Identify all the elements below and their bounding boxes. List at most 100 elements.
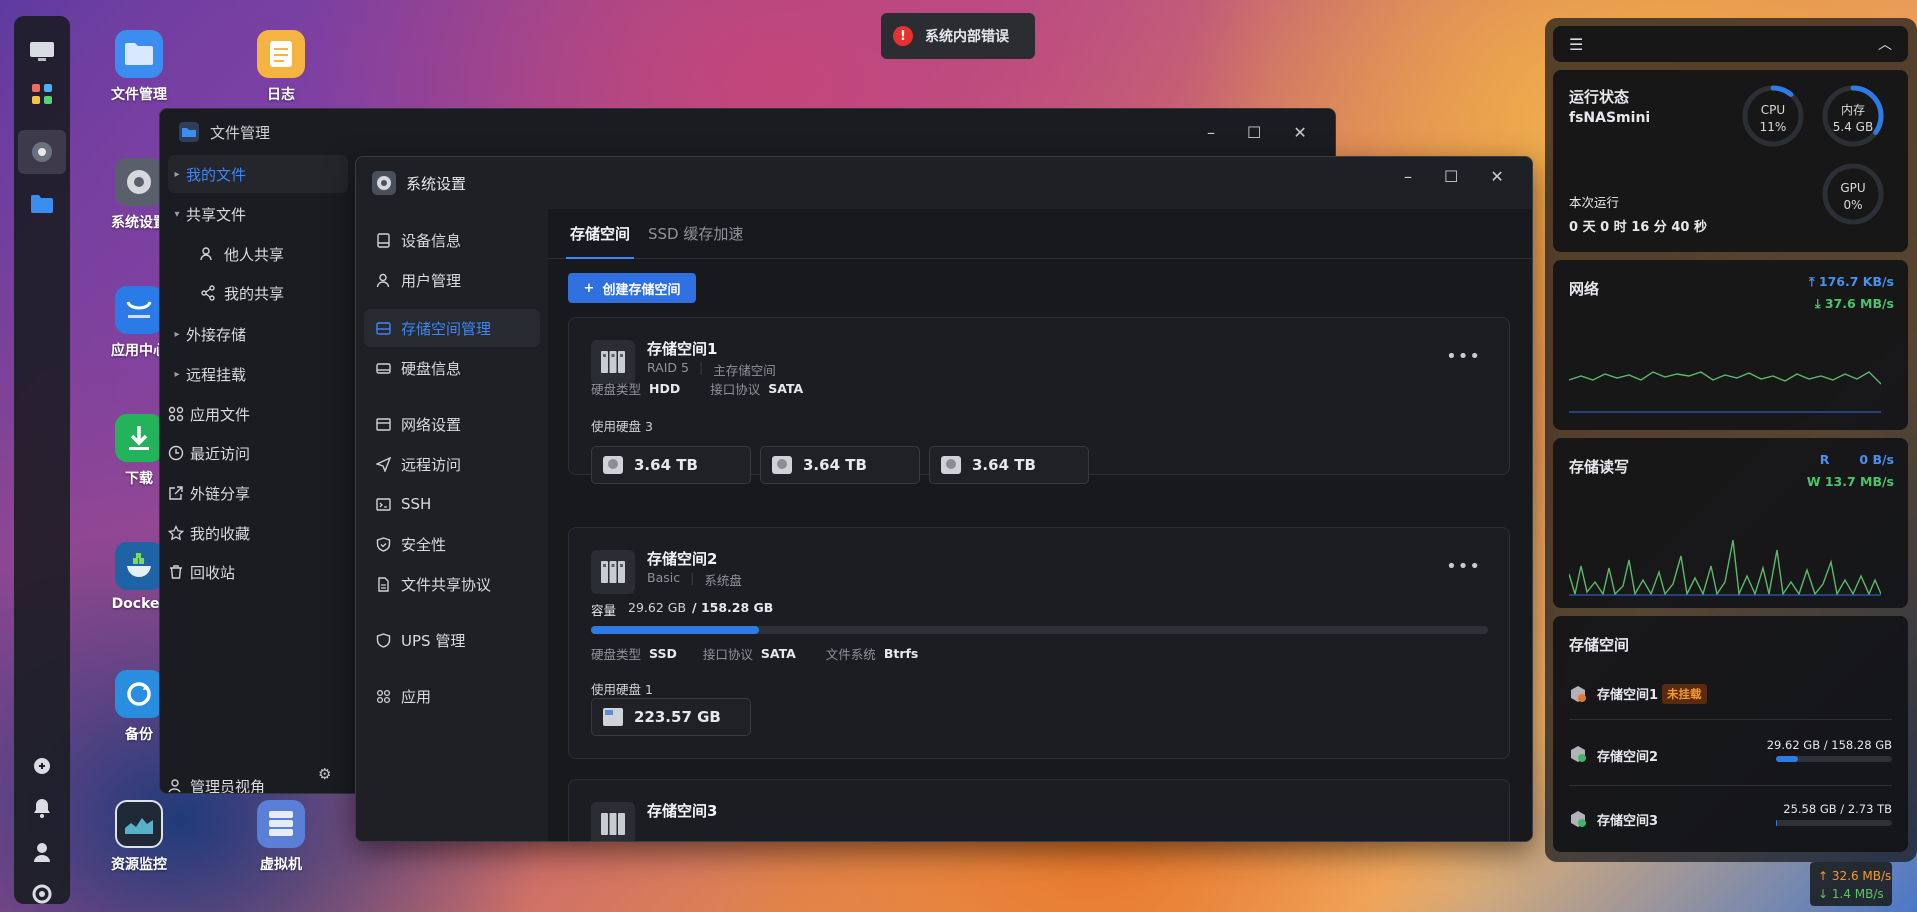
nav-ssh[interactable]: SSH [364, 485, 540, 523]
disk-size: 3.64 TB [803, 456, 867, 474]
maximize-icon[interactable]: ☐ [1444, 167, 1458, 186]
file-manager-sidebar: ▸ 我的文件 ▾ 共享文件 他人共享 我的共享 ▸ 外接存储 ▸ 远程挂载 应用文件 最… [160, 155, 355, 793]
nav-security[interactable]: 安全性 [364, 525, 540, 563]
uptime-label: 本次运行 [1569, 195, 1620, 210]
widget-title: 存储空间 [1569, 636, 1630, 654]
gpu-label: GPU [1840, 181, 1866, 195]
window-controls: – ☐ ✕ [1404, 157, 1504, 195]
nav-storage-management[interactable]: 存储空间管理 [364, 309, 540, 347]
nav-ups[interactable]: UPS 管理 [364, 621, 540, 659]
store-icon [115, 286, 163, 334]
cpu-ring: CPU 11% [1741, 84, 1805, 148]
file-manager-icon[interactable] [28, 190, 56, 218]
window-titlebar[interactable]: 文件管理 [160, 109, 1335, 155]
nav-favorites[interactable]: 我的收藏 [168, 514, 348, 552]
nav-disk-info[interactable]: 硬盘信息 [364, 349, 540, 387]
disk-chip[interactable]: 3.64 TB [760, 446, 920, 484]
chevron-up-icon[interactable]: ︿ [1878, 34, 1892, 54]
nav-file-sharing-protocol[interactable]: 文件共享协议 [364, 565, 540, 603]
capacity-bar-fill [591, 626, 759, 634]
document-icon [378, 576, 389, 592]
sync-icon[interactable] [28, 752, 56, 780]
nav-apps[interactable]: 应用 [364, 677, 540, 715]
window-title: 文件管理 [210, 123, 271, 142]
usage-bar-fill [1776, 756, 1798, 762]
close-icon[interactable]: ✕ [1293, 123, 1306, 142]
status-widget: 运行状态 fsNASmini 本次运行 0 天 0 时 16 分 40 秒 CP… [1553, 70, 1908, 252]
desktop-app-notes[interactable]: 日志 [226, 30, 336, 104]
server-icon [591, 550, 635, 594]
nav-external-storage[interactable]: ▸ 外接存储 [168, 315, 348, 353]
capacity-used: 29.62 GB [628, 600, 687, 615]
disk-size: 223.57 GB [634, 708, 721, 726]
close-icon[interactable]: ✕ [1490, 167, 1503, 186]
monitor-icon [115, 800, 163, 848]
maximize-icon[interactable]: ☐ [1247, 123, 1261, 142]
desktop-app-vm[interactable]: 虚拟机 [226, 800, 336, 874]
gpu-ring: GPU 0% [1821, 162, 1885, 226]
usage-bar [1776, 820, 1892, 826]
gpu-value: 0% [1843, 198, 1863, 212]
capacity-bar [591, 626, 1488, 634]
nav-shared-files[interactable]: ▾ 共享文件 [168, 195, 348, 233]
minimize-icon[interactable]: – [1404, 167, 1412, 186]
desktop-app-files[interactable]: 文件管理 [84, 30, 194, 104]
storage-summary-row[interactable]: 存储空间3 25.58 GB / 2.73 TB [1569, 788, 1892, 848]
user-icon[interactable] [28, 838, 56, 866]
desktop-app-label: 虚拟机 [260, 857, 302, 873]
apps-grid-icon[interactable] [28, 80, 56, 108]
folder-icon [179, 122, 199, 142]
nav-device-info[interactable]: 设备信息 [364, 221, 540, 259]
disk-chip[interactable]: 3.64 TB [591, 446, 751, 484]
disk-icon [772, 456, 792, 474]
power-settings-icon[interactable] [28, 880, 56, 908]
disk-icon [941, 456, 961, 474]
disk-icon [603, 456, 623, 474]
nav-remote-access[interactable]: 远程访问 [364, 445, 540, 483]
nav-my-files[interactable]: ▸ 我的文件 [168, 155, 348, 193]
used-disks-label: 使用硬盘 1 [591, 682, 653, 697]
tab-storage[interactable]: 存储空间 [570, 223, 630, 244]
settings-window: 系统设置 – ☐ ✕ 设备信息 用户管理 存储空间管理 硬盘信息 网络设置 远程… [355, 156, 1533, 842]
tab-bar: 存储空间 SSD 缓存加速 [548, 209, 1532, 259]
nav-trash[interactable]: 回收站 [168, 553, 348, 591]
download-icon: ⤓ [1814, 296, 1821, 311]
storage-summary-row[interactable]: 存储空间2 29.62 GB / 158.28 GB [1569, 722, 1892, 786]
more-options-icon[interactable]: ••• [1446, 346, 1481, 367]
download-speed: ↓ 1.4 MB/s [1818, 887, 1884, 901]
storage-io-widget: 存储读写 R 0 B/s W 13.7 MB/s [1553, 438, 1908, 608]
net-down-value: 37.6 MB/s [1824, 296, 1894, 311]
io-read: R 0 B/s [1820, 452, 1894, 467]
desktop-app-monitor[interactable]: 资源监控 [84, 800, 194, 874]
nav-recent[interactable]: 最近访问 [168, 434, 348, 472]
filter-settings-icon[interactable]: ☰ [1569, 35, 1583, 54]
desktop-icon[interactable] [28, 38, 56, 66]
nav-my-shares[interactable]: 我的共享 [168, 274, 348, 312]
disk-chip[interactable]: 223.57 GB [591, 698, 751, 736]
nav-network[interactable]: 网络设置 [364, 405, 540, 443]
nav-link-share[interactable]: 外链分享 [168, 474, 348, 512]
window-titlebar[interactable]: 系统设置 [356, 157, 1532, 209]
used-disks-label: 使用硬盘 3 [591, 419, 653, 434]
tab-ssd-cache[interactable]: SSD 缓存加速 [648, 223, 743, 244]
nav-label: 外接存储 [186, 325, 247, 344]
storage-summary-row[interactable]: 存储空间1 未挂载 [1569, 668, 1892, 720]
nav-remote-mount[interactable]: ▸ 远程挂载 [168, 355, 348, 393]
storage-pool-card: 存储空间3 [568, 779, 1510, 841]
user-icon [376, 273, 390, 287]
nav-app-files[interactable]: 应用文件 [168, 395, 348, 433]
nav-label: 存储空间管理 [401, 319, 492, 338]
more-options-icon[interactable]: ••• [1446, 556, 1481, 577]
nav-label: 文件共享协议 [401, 575, 492, 594]
minimize-icon[interactable]: – [1207, 123, 1215, 142]
nav-user-management[interactable]: 用户管理 [364, 261, 540, 299]
gear-icon[interactable]: ⚙ [318, 765, 331, 783]
disk-chip[interactable]: 3.64 TB [929, 446, 1089, 484]
nav-label: 最近访问 [190, 444, 251, 463]
create-storage-button[interactable]: + 创建存储空间 [568, 273, 696, 303]
bell-icon[interactable] [28, 794, 56, 822]
pool-meta: Basic | 系统盘 [647, 570, 742, 588]
nav-others-shared[interactable]: 他人共享 [168, 235, 348, 273]
settings-gear-icon[interactable] [28, 138, 56, 166]
spec-value: HDD [649, 381, 681, 396]
